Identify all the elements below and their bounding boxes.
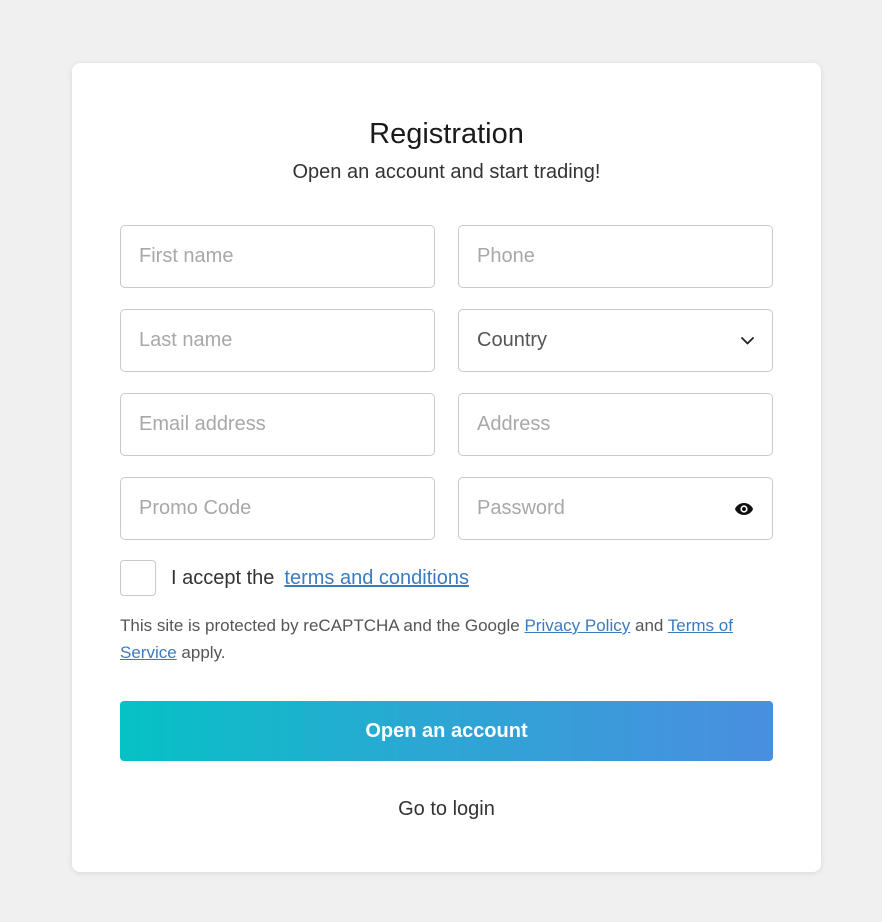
recaptcha-notice: This site is protected by reCAPTCHA and … <box>120 612 780 666</box>
chevron-down-icon <box>740 334 754 348</box>
page-subtitle: Open an account and start trading! <box>292 161 601 183</box>
open-account-button[interactable]: Open an account <box>120 701 773 761</box>
password-field[interactable] <box>458 477 773 540</box>
first-name-input[interactable] <box>139 226 416 287</box>
terms-link[interactable]: terms and conditions <box>284 567 469 590</box>
registration-card: Registration Open an account and start t… <box>72 63 821 872</box>
terms-row: I accept the terms and conditions <box>120 560 469 596</box>
recaptcha-text-3: apply. <box>181 643 226 662</box>
first-name-field[interactable] <box>120 225 435 288</box>
terms-checkbox[interactable] <box>120 560 156 596</box>
email-input[interactable] <box>139 394 416 455</box>
country-select-value: Country <box>477 329 548 351</box>
country-select[interactable]: Country <box>458 309 773 372</box>
go-to-login-link[interactable]: Go to login <box>72 798 821 821</box>
phone-field[interactable] <box>458 225 773 288</box>
phone-input[interactable] <box>477 226 754 287</box>
address-input[interactable] <box>477 394 754 455</box>
password-input[interactable] <box>477 478 734 539</box>
recaptcha-text-2: and <box>634 616 664 635</box>
promo-code-field[interactable] <box>120 477 435 540</box>
last-name-input[interactable] <box>139 310 416 371</box>
eye-icon[interactable] <box>734 498 754 520</box>
page-title: Registration <box>369 118 524 150</box>
recaptcha-text-1: This site is protected by reCAPTCHA and … <box>120 616 520 635</box>
privacy-policy-link[interactable]: Privacy Policy <box>524 616 630 635</box>
terms-label: I accept the <box>171 566 275 589</box>
address-field[interactable] <box>458 393 773 456</box>
last-name-field[interactable] <box>120 309 435 372</box>
email-field[interactable] <box>120 393 435 456</box>
promo-code-input[interactable] <box>139 478 416 539</box>
